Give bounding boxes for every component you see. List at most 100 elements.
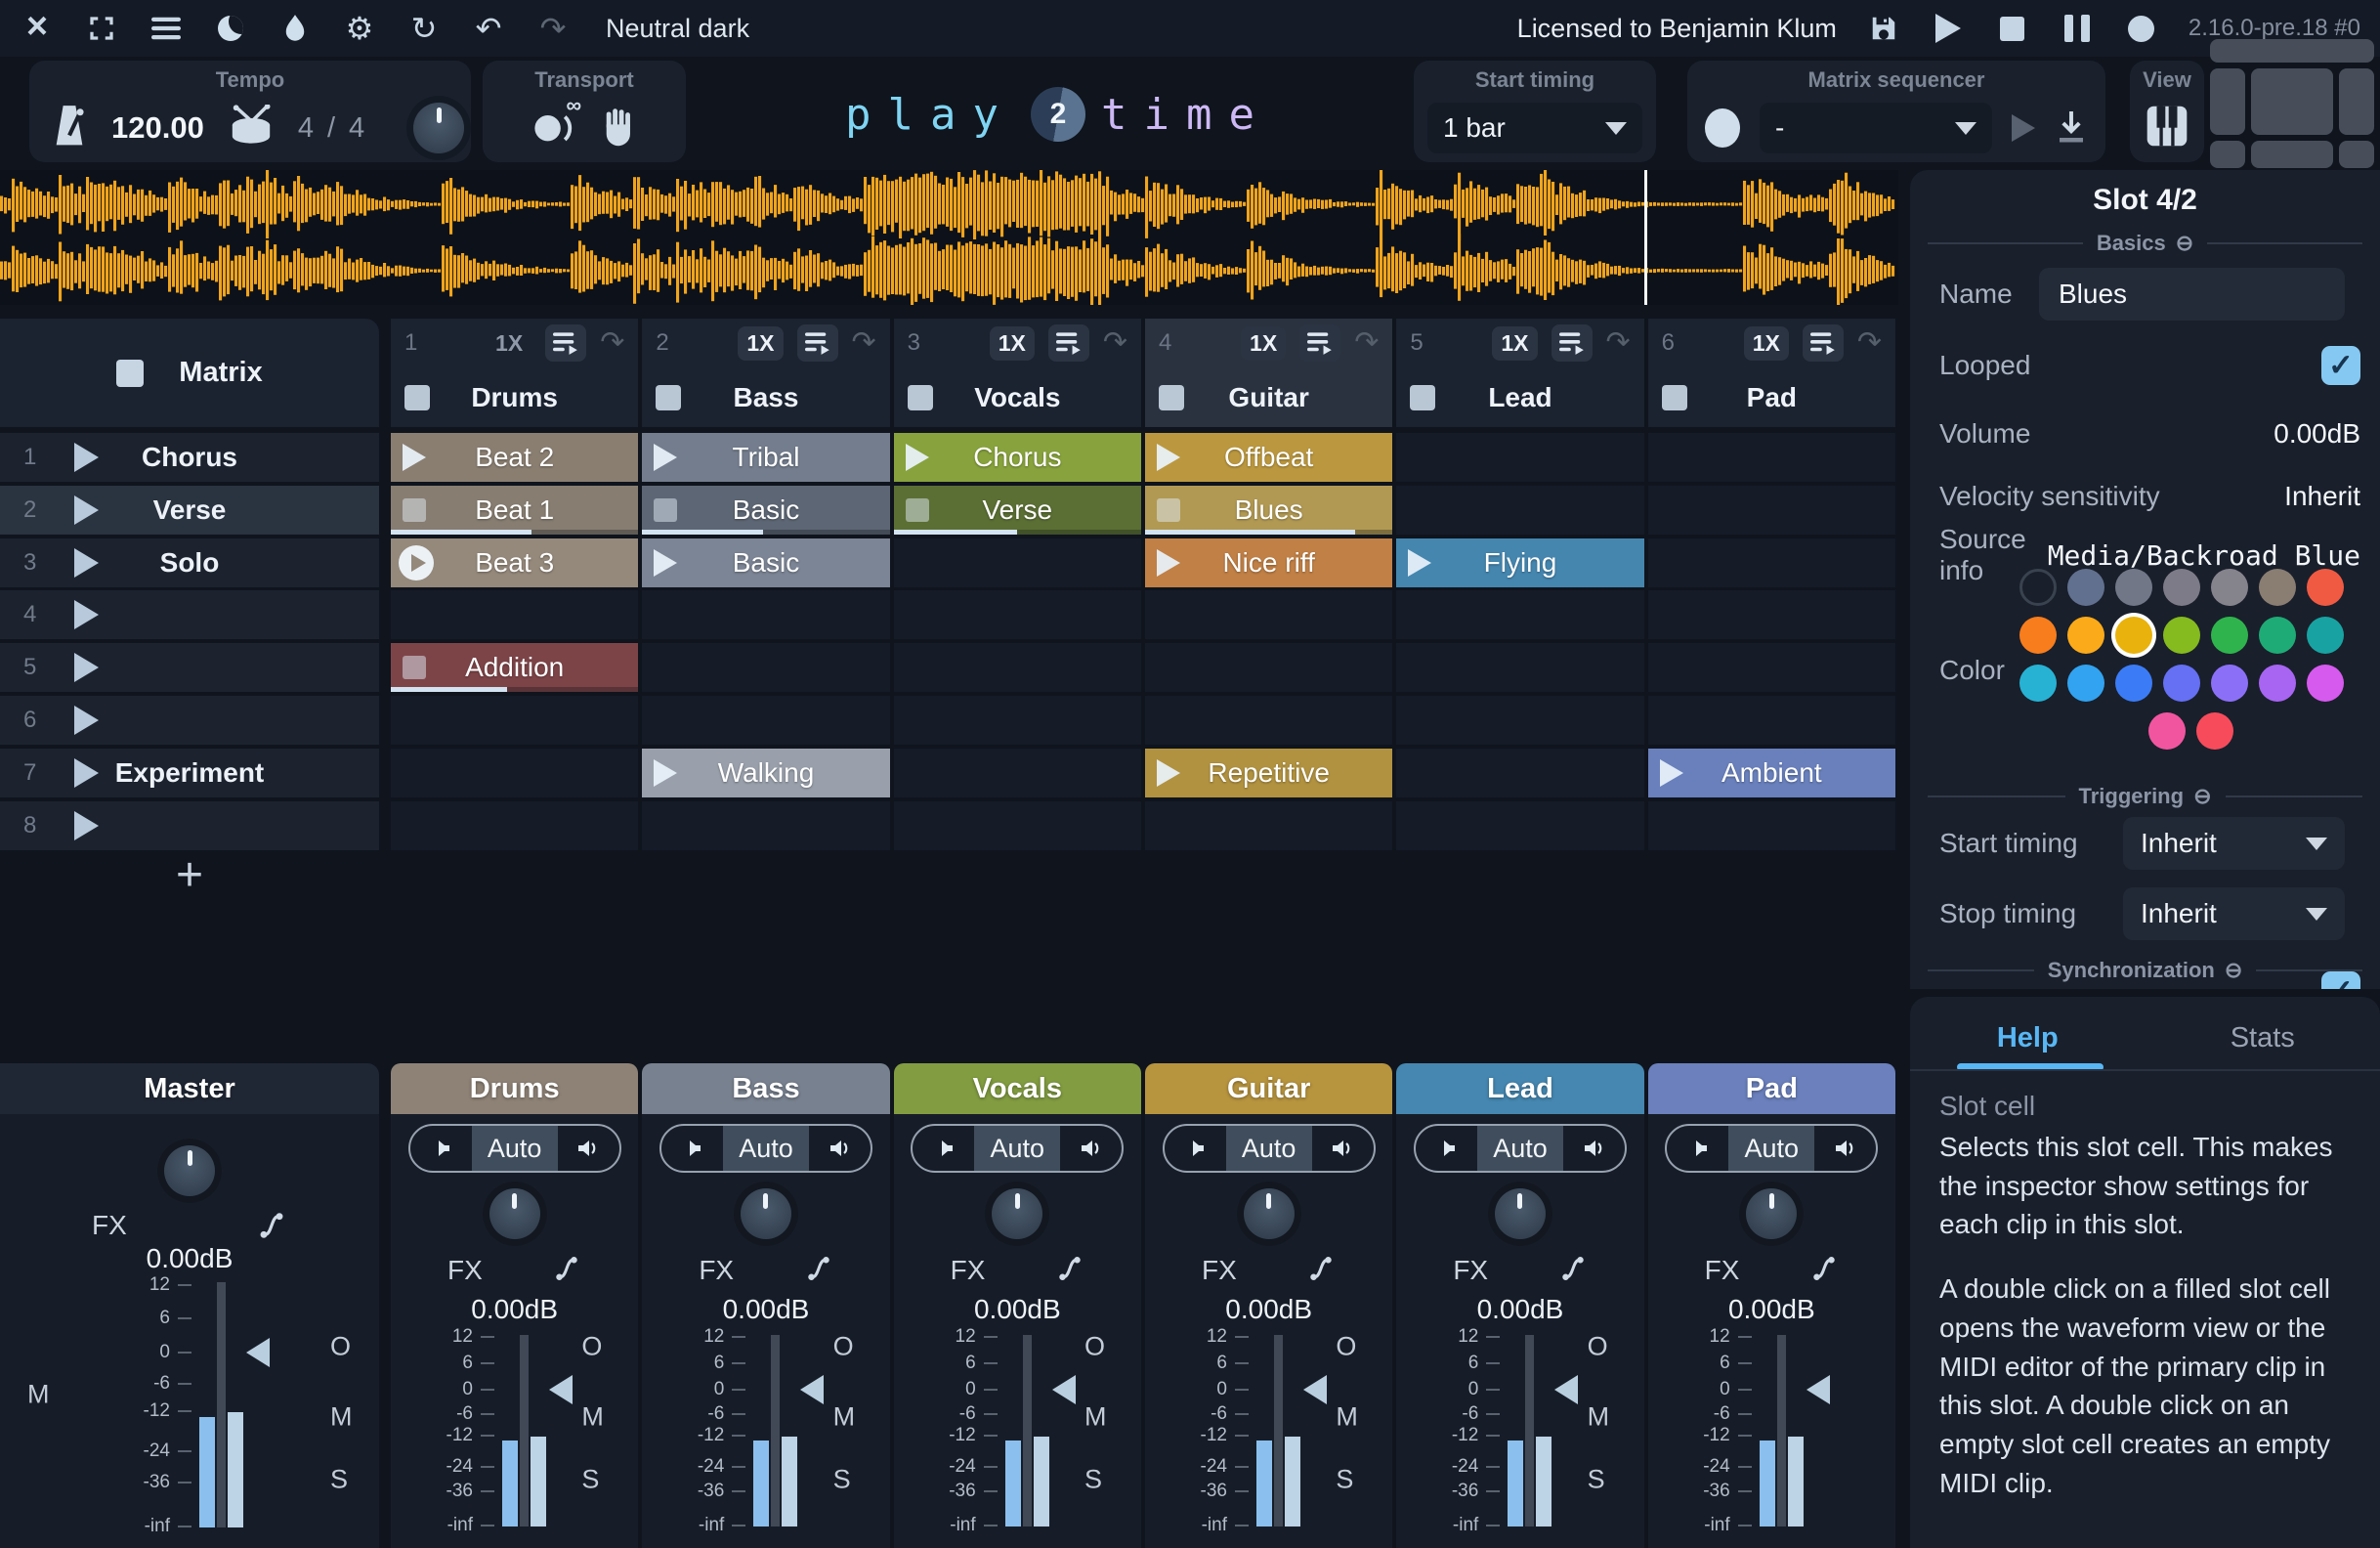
scene-row[interactable]: 3 Solo	[0, 538, 379, 587]
channel-volume-value[interactable]: 0.00dB	[1648, 1294, 1895, 1325]
meter-solo-button[interactable]: S	[581, 1465, 599, 1495]
play-button[interactable]	[1931, 11, 1966, 46]
channel-strip-header[interactable]: Pad	[1647, 1063, 1895, 1114]
add-scene-button[interactable]: +	[0, 848, 379, 902]
settings-gear-icon[interactable]: ⚙	[342, 11, 377, 46]
layout-top-bar[interactable]	[2210, 39, 2374, 63]
save-icon[interactable]	[1866, 11, 1901, 46]
queue-play-icon[interactable]	[545, 324, 587, 362]
fx-button[interactable]: FX	[447, 1255, 483, 1286]
scene-row[interactable]: 8	[0, 800, 379, 850]
channel-volume-knob[interactable]	[1746, 1188, 1798, 1239]
column-stop-button[interactable]	[907, 384, 933, 410]
track-column-header[interactable]: 4 1X ↷ Guitar	[1144, 319, 1393, 427]
dark-mode-moon-icon[interactable]	[213, 11, 248, 46]
slot-cell[interactable]	[391, 748, 639, 797]
velocity-sensitivity-value[interactable]: Inherit	[2284, 481, 2360, 512]
repeat-button[interactable]: 1X	[738, 325, 784, 361]
track-column-header[interactable]: 6 1X ↷ Pad	[1647, 319, 1895, 427]
slot-cell[interactable]	[1396, 748, 1644, 797]
speaker-on-icon[interactable]	[1312, 1126, 1374, 1171]
scene-row[interactable]: 2 Verse	[0, 485, 379, 535]
meter-mute-button[interactable]: M	[1588, 1402, 1610, 1433]
routing-icon[interactable]	[256, 1209, 287, 1242]
slot-cell[interactable]	[893, 643, 1141, 693]
slot-cell[interactable]	[1647, 643, 1895, 693]
channel-strip-header[interactable]: Drums	[391, 1063, 639, 1114]
clip-stop-icon[interactable]	[654, 497, 678, 522]
slot-cell[interactable]: Basic	[642, 538, 890, 587]
color-swatch[interactable]	[2307, 665, 2344, 702]
slot-cell[interactable]	[1396, 433, 1644, 482]
queue-play-icon[interactable]	[1299, 324, 1341, 362]
meter-mute-button[interactable]: M	[1084, 1402, 1107, 1433]
matrix-header[interactable]: Matrix	[0, 319, 379, 427]
fader-handle[interactable]	[800, 1375, 825, 1404]
slot-cell[interactable]	[1647, 538, 1895, 587]
slot-cell[interactable]	[1647, 433, 1895, 482]
meter-solo-button[interactable]: S	[833, 1465, 851, 1495]
color-swatch[interactable]	[2259, 569, 2296, 606]
slot-cell[interactable]: Beat 2	[391, 433, 639, 482]
fx-button[interactable]: FX	[1453, 1255, 1488, 1286]
slot-cell[interactable]	[893, 800, 1141, 850]
volume-value[interactable]: 0.00dB	[2274, 418, 2360, 450]
clip-playing-icon[interactable]	[399, 544, 434, 580]
scene-play-button[interactable]	[74, 443, 99, 472]
queue-play-icon[interactable]	[796, 324, 838, 362]
clip-play-icon[interactable]	[654, 444, 678, 471]
clip-play-icon[interactable]	[905, 444, 929, 471]
clip-play-icon[interactable]	[654, 548, 678, 577]
scene-play-button[interactable]	[74, 494, 99, 525]
fader-handle[interactable]	[549, 1375, 573, 1404]
channel-volume-value[interactable]: 0.00dB	[642, 1294, 889, 1325]
fader-handle[interactable]	[1302, 1375, 1327, 1404]
pause-button[interactable]	[2060, 11, 2095, 46]
queue-play-icon[interactable]	[1047, 324, 1089, 362]
slot-cell[interactable]	[1144, 590, 1393, 640]
channel-volume-value[interactable]: 0.00dB	[1396, 1294, 1643, 1325]
start-timing-dropdown[interactable]: Inherit	[2123, 817, 2345, 870]
slot-cell[interactable]	[1144, 800, 1393, 850]
column-stop-button[interactable]	[404, 384, 430, 410]
meter-solo-button[interactable]: S	[330, 1465, 348, 1495]
clip-play-icon[interactable]	[1659, 758, 1683, 787]
meter-record-arm-button[interactable]: O	[833, 1332, 854, 1362]
synchronization-checkbox[interactable]: ✓	[2321, 971, 2360, 989]
scene-row[interactable]: 6	[0, 695, 379, 745]
channel-volume-knob[interactable]	[740, 1188, 791, 1239]
clip-play-icon[interactable]	[1408, 548, 1432, 577]
time-signature-numerator[interactable]: 4	[298, 112, 314, 145]
track-column-header[interactable]: 2 1X ↷ Bass	[642, 319, 890, 427]
slot-cell[interactable]	[1144, 695, 1393, 745]
track-column-header[interactable]: 1 1X ↷ Drums	[391, 319, 639, 427]
scene-play-button[interactable]	[74, 810, 99, 840]
undo-icon[interactable]: ↶	[471, 11, 506, 46]
column-redo-icon[interactable]: ↷	[1606, 328, 1631, 358]
metronome-icon[interactable]	[51, 104, 88, 153]
clip-play-icon[interactable]	[1156, 758, 1180, 787]
start-timing-dropdown[interactable]: 1 bar	[1427, 103, 1642, 153]
clip-stop-icon[interactable]	[1156, 497, 1180, 522]
channel-level-meter[interactable]: O M S 12 6 0 -6 -12 -24 -36 -inf	[581, 1326, 889, 1535]
slot-cell[interactable]: Walking	[642, 748, 890, 797]
track-column-header[interactable]: 3 1X ↷ Vocals	[893, 319, 1141, 427]
time-signature-denominator[interactable]: 4	[349, 112, 364, 145]
sequencer-play-button[interactable]	[2012, 114, 2035, 142]
synchronization-section-header[interactable]: Synchronization ⊖	[1928, 958, 2362, 983]
track-column-header[interactable]: 5 1X ↷ Lead	[1396, 319, 1644, 427]
speaker-on-icon[interactable]	[558, 1126, 619, 1171]
fx-button[interactable]: FX	[92, 1210, 127, 1241]
sequencer-record-button[interactable]	[1705, 108, 1740, 148]
slot-cell[interactable]	[1647, 695, 1895, 745]
channel-level-meter[interactable]: O M S 12 6 0 -6 -12 -24 -36 -inf	[1336, 1326, 1643, 1535]
channel-level-meter[interactable]: O M S 12 6 0 -6 -12 -24 -36 -inf	[330, 1326, 638, 1535]
scene-row[interactable]: 4	[0, 590, 379, 640]
slot-cell[interactable]	[642, 590, 890, 640]
speaker-on-icon[interactable]	[1060, 1126, 1122, 1171]
routing-icon[interactable]	[1558, 1253, 1588, 1289]
menu-icon[interactable]	[149, 11, 184, 46]
channel-volume-value[interactable]: 0.00dB	[894, 1294, 1141, 1325]
scene-play-button[interactable]	[74, 757, 99, 788]
routing-icon[interactable]	[804, 1253, 833, 1289]
